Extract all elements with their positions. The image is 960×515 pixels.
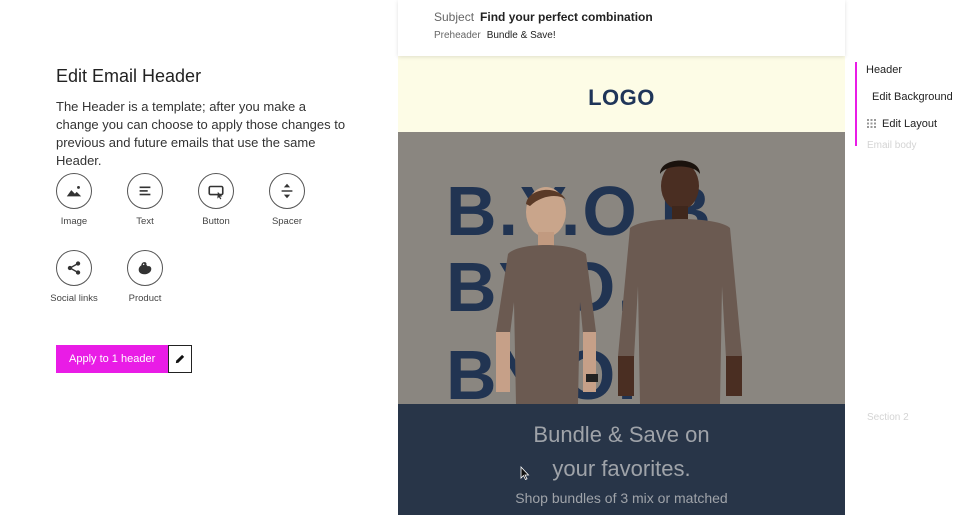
tool-label: Text — [136, 216, 154, 227]
nav-item-edit-layout[interactable]: Edit Layout — [867, 118, 937, 130]
apply-group: Apply to 1 header — [56, 345, 193, 373]
tool-product[interactable]: Product — [105, 250, 185, 304]
preheader-key: Preheader — [434, 30, 481, 41]
tool-label: Product — [128, 293, 162, 304]
edit-header-button[interactable] — [168, 345, 193, 373]
model-left-illustration — [496, 187, 598, 404]
subject-row: Subject Find your perfect combination — [434, 10, 653, 24]
nav-active-indicator — [855, 62, 857, 146]
promo-subtext: Shop bundles of 3 mix or matched — [515, 490, 728, 506]
tool-image[interactable]: Image — [34, 173, 114, 227]
nav-item-edit-background[interactable]: Edit Background — [872, 91, 953, 103]
product-icon — [127, 250, 163, 286]
nav-item-section-2[interactable]: Section 2 — [867, 412, 909, 423]
text-icon — [127, 173, 163, 209]
image-icon — [56, 173, 92, 209]
button-icon — [198, 173, 234, 209]
apply-header-button[interactable]: Apply to 1 header — [56, 345, 169, 373]
hero-image[interactable]: B.Y.O.B BY.O.B BY.O.B — [398, 132, 845, 404]
tool-button[interactable]: Button — [176, 173, 256, 227]
promo-text-section[interactable]: Bundle & Save on your favorites. Shop bu… — [398, 404, 845, 515]
tool-text[interactable]: Text — [105, 173, 185, 227]
tool-spacer[interactable]: Spacer — [247, 173, 327, 227]
mouse-cursor-icon — [520, 466, 530, 480]
tool-social-links[interactable]: Social links — [34, 250, 114, 304]
panel-description: The Header is a template; after you make… — [56, 99, 346, 168]
subject-bar: Subject Find your perfect combination Pre… — [398, 0, 845, 56]
share-icon — [56, 250, 92, 286]
tool-label: Social links — [50, 293, 98, 304]
tool-label: Image — [60, 216, 88, 227]
tool-label: Spacer — [271, 216, 303, 227]
preheader-row: Preheader Bundle & Save! — [434, 30, 556, 41]
nav-item-header[interactable]: Header — [866, 64, 902, 76]
email-header-section[interactable]: LOGO — [398, 56, 845, 132]
grid-icon — [867, 119, 876, 128]
subject-value[interactable]: Find your perfect combination — [480, 10, 653, 24]
edit-panel: Edit Email Header The Header is a templa… — [0, 0, 398, 515]
spacer-icon — [269, 173, 305, 209]
email-editor: Edit Email Header The Header is a templa… — [0, 0, 960, 515]
panel-title: Edit Email Header — [56, 66, 202, 86]
preheader-value[interactable]: Bundle & Save! — [487, 30, 556, 41]
email-logo: LOGO — [588, 85, 655, 110]
model-right-illustration — [618, 160, 742, 404]
layers-navigator: Header Edit Background Edit Layout Email… — [845, 0, 960, 515]
pencil-icon — [176, 354, 185, 364]
nav-item-label: Edit Layout — [882, 118, 938, 130]
nav-item-email-body[interactable]: Email body — [867, 140, 916, 151]
subject-key: Subject — [434, 10, 475, 24]
promo-headline: Bundle & Save on your favorites. — [533, 422, 710, 481]
tool-label: Button — [202, 216, 230, 227]
